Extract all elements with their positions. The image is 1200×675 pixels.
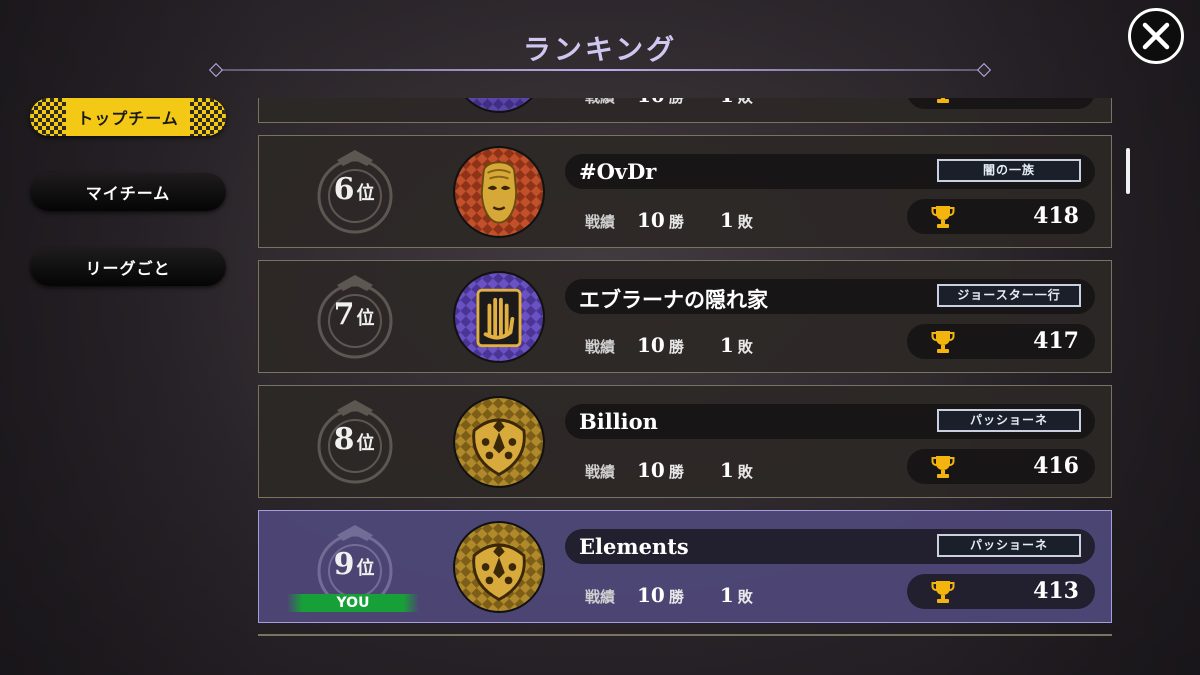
- title-divider: [215, 69, 985, 71]
- trophy-icon: [931, 206, 955, 228]
- team-avatar: [453, 521, 545, 613]
- score-bar: 413: [907, 574, 1095, 609]
- ladybug-emblem-icon: [455, 398, 543, 486]
- rank-number: 7: [333, 297, 355, 332]
- team-avatar: [453, 98, 545, 113]
- wins-value: 10: [637, 208, 665, 232]
- tab-by-league-label: リーグごと: [85, 259, 171, 278]
- wins-unit: 勝: [668, 213, 684, 231]
- team-name-bar: Elements パッショーネ: [565, 529, 1095, 564]
- losses-unit: 敗: [737, 213, 753, 231]
- losses-value: 1: [719, 458, 734, 482]
- team-score: 416: [1033, 453, 1079, 479]
- list-divider: [258, 634, 1112, 636]
- header: ランキング: [0, 0, 1200, 98]
- losses-unit: 敗: [738, 98, 753, 107]
- rank-suffix: 位: [356, 308, 375, 329]
- rank-suffix: 位: [356, 558, 375, 579]
- losses-value: 1: [719, 583, 734, 607]
- team-record: 戦績 10勝 1敗: [585, 208, 753, 232]
- team-name: Elements: [579, 534, 689, 559]
- ranking-row-you[interactable]: 9位 YOU Elements パッショーネ 戦績 10 勝 1 敗 413: [258, 510, 1112, 623]
- trophy-icon: [931, 581, 955, 603]
- close-icon: [1142, 22, 1170, 50]
- trophy-icon: [937, 98, 949, 103]
- wins-unit: 勝: [668, 338, 684, 356]
- wins-unit: 勝: [668, 463, 684, 481]
- losses-value: 1: [720, 98, 734, 107]
- tab-top-teams-label: トップチーム: [77, 109, 179, 128]
- record-label: 戦績: [585, 588, 616, 606]
- ranking-row[interactable]: 8位 Billion パッショーネ 戦績 10 勝 1 敗 416: [258, 385, 1112, 498]
- rank-label: 9位: [299, 547, 409, 582]
- team-name: Billion: [579, 409, 658, 434]
- losses-unit: 敗: [737, 338, 753, 356]
- tab-my-team[interactable]: マイチーム: [30, 173, 226, 211]
- sidebar: トップチーム マイチーム リーグごと: [30, 98, 226, 323]
- rank-number: 6: [333, 172, 355, 207]
- score-bar: 418: [907, 199, 1095, 234]
- wins-value: 10: [637, 583, 665, 607]
- team-name-bar: Billion パッショーネ: [565, 404, 1095, 439]
- record-label: 戦績: [585, 98, 615, 107]
- trophy-icon: [931, 331, 955, 353]
- trophy-icon: [931, 456, 955, 478]
- faction-tag: パッショーネ: [937, 534, 1081, 557]
- rank-suffix: 位: [356, 183, 375, 204]
- wins-value: 10: [637, 98, 665, 107]
- tab-by-league[interactable]: リーグごと: [30, 248, 226, 286]
- tab-top-teams[interactable]: トップチーム: [30, 98, 226, 136]
- team-score: 417: [1033, 328, 1079, 354]
- team-name: エブラーナの隠れ家: [579, 287, 768, 312]
- faction-tag: 闇の一族: [937, 159, 1081, 182]
- team-score: 413: [1033, 578, 1079, 604]
- you-badge: YOU: [287, 594, 419, 612]
- page-title: ランキング: [522, 33, 678, 66]
- ranking-row[interactable]: 7位 エブラーナの隠れ家 ジョースター一行 戦績 10 勝 1 敗 417: [258, 260, 1112, 373]
- faction-tag: パッショーネ: [937, 409, 1081, 432]
- team-score: 418: [1033, 203, 1079, 229]
- wins-unit: 勝: [668, 588, 684, 606]
- record-label: 戦績: [585, 338, 616, 356]
- rank-number: 8: [333, 422, 355, 457]
- losses-value: 1: [719, 208, 734, 232]
- wins-value: 10: [637, 333, 665, 357]
- team-record: 戦績 10勝 1敗: [585, 583, 753, 607]
- team-name: #OvDr: [579, 159, 657, 184]
- team-avatar: [453, 146, 545, 238]
- ladybug-emblem-icon: [455, 523, 543, 611]
- record-label: 戦績: [585, 463, 616, 481]
- close-button[interactable]: [1128, 8, 1184, 64]
- team-name-bar: エブラーナの隠れ家 ジョースター一行: [565, 279, 1095, 314]
- losses-unit: 敗: [737, 463, 753, 481]
- wins-value: 10: [637, 458, 665, 482]
- score-bar: 417: [907, 324, 1095, 359]
- tab-my-team-label: マイチーム: [85, 184, 171, 203]
- faction-tag: ジョースター一行: [937, 284, 1081, 307]
- rank-suffix: 位: [356, 433, 375, 454]
- scrollbar[interactable]: [1126, 148, 1130, 194]
- hand-emblem-icon: [455, 273, 543, 361]
- team-avatar: [453, 271, 545, 363]
- ranking-row[interactable]: 6位 #OvDr 闇の一族 戦績 10 勝 1 敗 418: [258, 135, 1112, 248]
- stone-mask-icon: [455, 148, 543, 236]
- rank-label: 8位: [299, 422, 409, 457]
- ranking-list[interactable]: 戦績 10勝 1敗 6位: [258, 98, 1114, 638]
- score-bar: [907, 98, 1095, 109]
- rank-label: 6位: [299, 172, 409, 207]
- score-bar: 416: [907, 449, 1095, 484]
- team-record: 戦績 10勝 1敗: [585, 333, 753, 357]
- team-avatar: [453, 396, 545, 488]
- team-name-bar: #OvDr 闇の一族: [565, 154, 1095, 189]
- wins-unit: 勝: [669, 98, 684, 107]
- losses-value: 1: [719, 333, 734, 357]
- team-record: 戦績 10 勝 1敗: [585, 98, 753, 107]
- ranking-row-partial[interactable]: 戦績 10 勝 1敗: [258, 98, 1112, 123]
- team-record: 戦績 10勝 1敗: [585, 458, 753, 482]
- rank-number: 9: [333, 547, 355, 582]
- record-label: 戦績: [585, 213, 616, 231]
- rank-label: 7位: [299, 297, 409, 332]
- losses-unit: 敗: [737, 588, 753, 606]
